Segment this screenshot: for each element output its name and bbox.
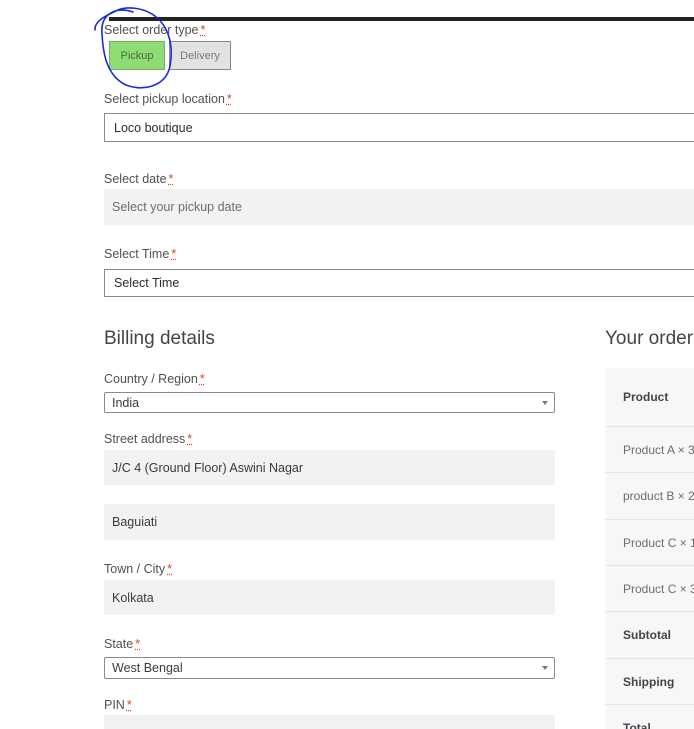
time-select[interactable]: Select Time: [104, 269, 694, 297]
order-item: product B × 2: [623, 489, 694, 503]
divider: [605, 611, 694, 612]
divider: [605, 658, 694, 659]
date-label: Select date *: [104, 172, 174, 186]
chevron-down-icon: [542, 400, 548, 405]
street-line1-input[interactable]: J/C 4 (Ground Floor) Aswini Nagar: [104, 450, 555, 485]
pin-input[interactable]: [104, 715, 555, 729]
divider: [605, 704, 694, 705]
order-header-product: Product: [623, 390, 669, 404]
divider: [605, 472, 694, 473]
chevron-down-icon: [542, 666, 548, 670]
order-item: Product C × 3: [623, 582, 694, 596]
order-type-label: Select order type *: [104, 23, 206, 37]
pickup-location-label: Select pickup location *: [104, 92, 232, 106]
time-label: Select Time *: [104, 247, 177, 261]
state-label: State *: [104, 637, 141, 651]
order-item: Product C × 1: [623, 536, 694, 550]
street-line2-input[interactable]: Baguiati: [104, 504, 555, 540]
top-divider: [109, 17, 694, 21]
billing-heading: Billing details: [104, 328, 215, 349]
pickup-date-input[interactable]: Select your pickup date: [104, 189, 694, 225]
pickup-button[interactable]: Pickup: [109, 41, 165, 70]
town-input[interactable]: Kolkata: [104, 580, 555, 615]
order-total-label: Total: [623, 721, 651, 729]
order-subtotal-label: Subtotal: [623, 628, 671, 642]
order-item: Product A × 3: [623, 443, 694, 457]
pin-label: PIN *: [104, 698, 132, 712]
pickup-location-select[interactable]: Loco boutique: [104, 113, 694, 142]
state-select[interactable]: West Bengal: [104, 657, 555, 679]
order-shipping-label: Shipping: [623, 675, 675, 689]
country-select[interactable]: India: [104, 392, 555, 413]
divider: [605, 519, 694, 520]
divider: [605, 565, 694, 566]
divider: [605, 426, 694, 427]
country-label: Country / Region *: [104, 372, 205, 386]
order-summary-table: Product Product A × 3 product B × 2 Prod…: [605, 368, 694, 729]
delivery-button[interactable]: Delivery: [169, 41, 231, 70]
town-label: Town / City *: [104, 562, 173, 576]
street-label: Street address *: [104, 432, 193, 446]
your-order-heading: Your order: [605, 328, 694, 349]
